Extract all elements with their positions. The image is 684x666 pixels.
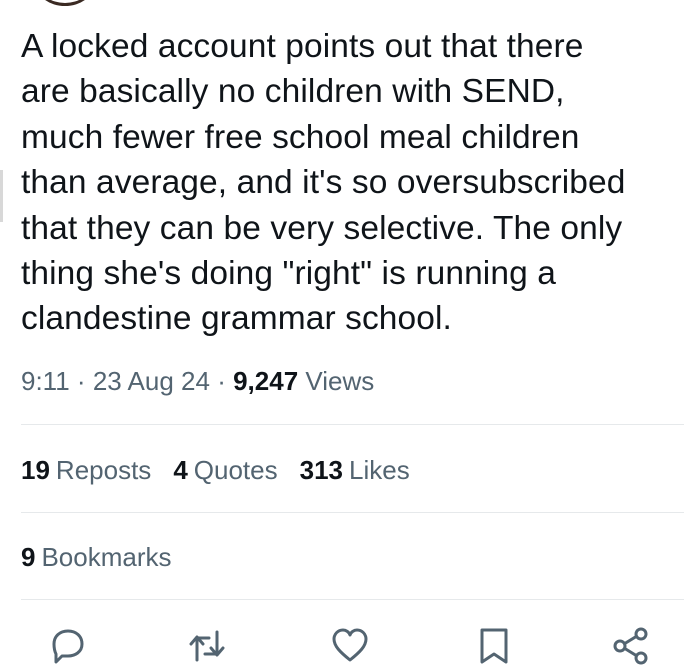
- reply-icon: [52, 629, 84, 664]
- like-icon: [332, 628, 368, 662]
- bookmark-button[interactable]: [474, 626, 514, 666]
- bookmarks-count: 9: [21, 542, 36, 572]
- reposts-count: 19: [21, 455, 50, 485]
- reposts-link[interactable]: 19 Reposts: [21, 455, 151, 486]
- tweet-meta: 9:11 · 23 Aug 24 · 9,247 Views: [21, 366, 374, 397]
- bookmarks-stat[interactable]: 9 Bookmarks: [21, 542, 172, 573]
- quotes-link[interactable]: 4 Quotes: [173, 455, 277, 486]
- likes-count: 313: [299, 455, 343, 485]
- bookmark-icon: [480, 628, 508, 664]
- likes-label: Likes: [349, 455, 410, 485]
- meta-separator: ·: [76, 366, 86, 396]
- tweet-date[interactable]: 23 Aug 24: [93, 366, 210, 396]
- tweet-text-line: clandestine grammar school.: [21, 300, 452, 338]
- likes-link[interactable]: 313 Likes: [300, 455, 410, 486]
- tweet-text: A locked account points out that there a…: [21, 24, 681, 342]
- repost-button[interactable]: [187, 626, 227, 666]
- avatar[interactable]: [36, 0, 94, 6]
- tweet-time[interactable]: 9:11: [21, 366, 70, 396]
- thread-line: [0, 170, 3, 222]
- divider: [21, 512, 684, 513]
- reply-button[interactable]: [48, 626, 88, 666]
- share-icon: [613, 627, 648, 665]
- meta-separator: ·: [217, 366, 226, 396]
- divider: [21, 599, 684, 600]
- tweet-text-line: than average, and it's so oversubscribed: [21, 164, 626, 202]
- tweet-text-line: A locked account points out that there: [21, 28, 584, 65]
- tweet-text-line: much fewer free school meal children: [21, 118, 580, 156]
- engagement-stats: 19 Reposts 4 Quotes 313 Likes: [21, 455, 432, 486]
- tweet-text-line: that they can be very selective. The onl…: [21, 209, 623, 247]
- views-label: Views: [305, 366, 375, 396]
- tweet-text-line: thing she's doing "right" is running a: [21, 255, 556, 293]
- like-button[interactable]: [330, 626, 370, 666]
- bookmarks-label: Bookmarks: [41, 542, 172, 572]
- share-button[interactable]: [611, 626, 651, 666]
- quotes-count: 4: [173, 455, 188, 485]
- reposts-label: Reposts: [55, 455, 152, 485]
- tweet-text-line: are basically no children with SEND,: [21, 73, 565, 111]
- repost-icon: [189, 630, 225, 662]
- action-bar: [0, 620, 684, 665]
- views-count: 9,247: [233, 366, 299, 396]
- quotes-label: Quotes: [193, 455, 278, 485]
- divider: [21, 424, 684, 425]
